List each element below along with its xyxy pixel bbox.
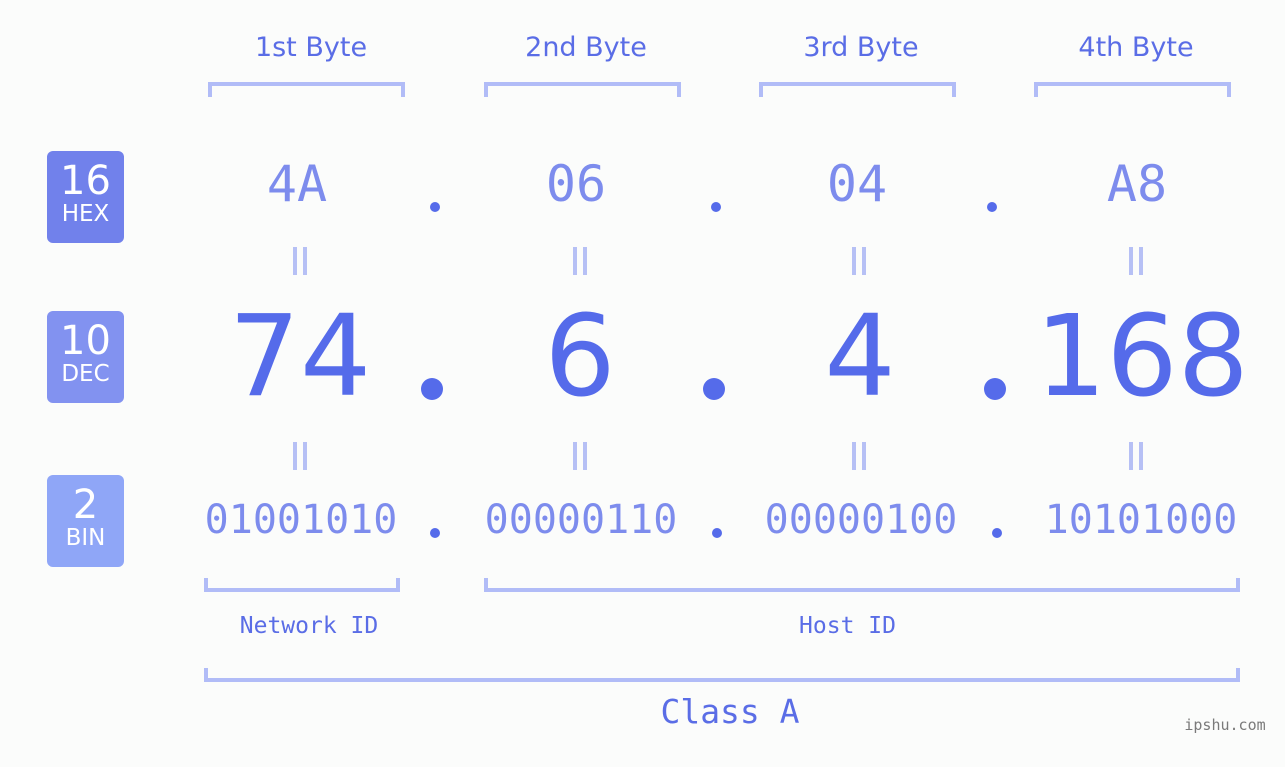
- byte-label-3: 3rd Byte: [803, 32, 919, 63]
- hex-badge-base: 16: [60, 158, 111, 204]
- dec-byte-1: 74: [228, 292, 372, 422]
- hex-byte-1: 4A: [266, 155, 328, 213]
- bin-badge-unit: BIN: [65, 525, 106, 551]
- hex-separator-dot: [987, 202, 997, 212]
- equals-icon: [570, 442, 590, 470]
- equals-icon: [849, 442, 869, 470]
- bin-separator-dot: [992, 528, 1002, 538]
- host-id-label: Host ID: [799, 613, 896, 639]
- dec-separator-dot: [421, 378, 443, 400]
- hex-byte-4: A8: [1106, 155, 1168, 213]
- class-label: Class A: [660, 692, 800, 731]
- host-id-bracket: [484, 578, 1240, 592]
- network-id-label: Network ID: [239, 613, 379, 639]
- hex-separator-dot: [430, 202, 440, 212]
- dec-separator-dot: [984, 378, 1006, 400]
- byte-bracket-3: [759, 82, 956, 97]
- equals-icon: [1126, 442, 1146, 470]
- dec-badge-unit: DEC: [61, 361, 110, 387]
- hex-byte-2: 06: [545, 155, 607, 213]
- dec-badge: 10 DEC: [47, 311, 124, 403]
- watermark: ipshu.com: [1184, 716, 1266, 734]
- dec-separator-dot: [703, 378, 725, 400]
- dec-byte-4: 168: [1035, 292, 1249, 422]
- byte-label-1: 1st Byte: [254, 32, 368, 63]
- bin-separator-dot: [712, 528, 722, 538]
- equals-icon: [290, 247, 310, 275]
- equals-icon: [849, 247, 869, 275]
- dec-byte-3: 4: [824, 292, 896, 422]
- bin-badge: 2 BIN: [47, 475, 124, 567]
- class-bracket: [204, 668, 1240, 682]
- bin-byte-2: 00000110: [484, 497, 678, 543]
- bin-byte-4: 10101000: [1044, 497, 1238, 543]
- equals-icon: [290, 442, 310, 470]
- byte-bracket-2: [484, 82, 681, 97]
- bin-badge-base: 2: [72, 482, 99, 528]
- dec-byte-2: 6: [544, 292, 616, 422]
- dec-badge-base: 10: [60, 318, 111, 364]
- byte-label-4: 4th Byte: [1078, 32, 1194, 63]
- byte-label-2: 2nd Byte: [525, 32, 647, 63]
- bin-separator-dot: [430, 528, 440, 538]
- hex-badge-unit: HEX: [61, 201, 110, 227]
- equals-icon: [1126, 247, 1146, 275]
- network-id-bracket: [204, 578, 400, 592]
- byte-bracket-1: [208, 82, 405, 97]
- hex-byte-3: 04: [826, 155, 888, 213]
- hex-badge: 16 HEX: [47, 151, 124, 243]
- bin-byte-1: 01001010: [204, 497, 398, 543]
- bin-byte-3: 00000100: [764, 497, 958, 543]
- hex-separator-dot: [711, 202, 721, 212]
- equals-icon: [570, 247, 590, 275]
- byte-bracket-4: [1034, 82, 1231, 97]
